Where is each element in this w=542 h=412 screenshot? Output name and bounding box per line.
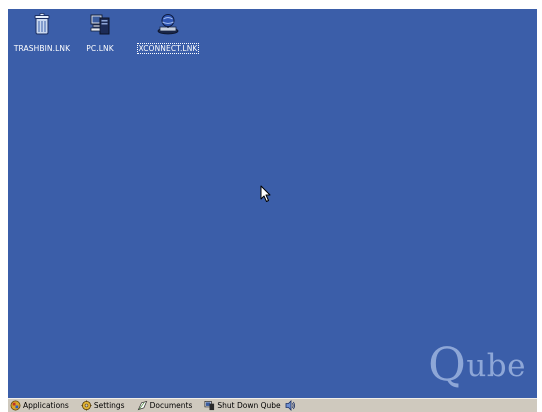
- taskbar-item-label: Applications: [23, 401, 69, 410]
- desktop-icon-trashbin[interactable]: TRASHBIN.LNK: [9, 12, 75, 53]
- qube-logo: Qube: [428, 337, 526, 391]
- desktop-icon-xconnect[interactable]: XCONNECT.LNK: [135, 12, 201, 54]
- desktop-icon-label: PC.LNK: [86, 44, 114, 53]
- taskbar-settings-button[interactable]: Settings: [81, 399, 125, 412]
- shutdown-icon: [204, 401, 215, 411]
- taskbar-item-label: Shut Down Qube: [217, 401, 281, 410]
- pc-icon: [90, 14, 110, 35]
- taskbar: Applications Settings Documents Shut Dow…: [8, 398, 537, 412]
- taskbar-applications-button[interactable]: Applications: [10, 399, 69, 412]
- network-connect-icon: [157, 14, 179, 35]
- taskbar-item-label: Documents: [149, 401, 193, 410]
- speaker-icon[interactable]: [284, 399, 296, 412]
- taskbar-shutdown-button[interactable]: Shut Down Qube: [204, 399, 281, 412]
- documents-icon: [137, 400, 147, 411]
- mouse-cursor-icon: [260, 185, 271, 202]
- desktop-icon-pc[interactable]: PC.LNK: [67, 12, 133, 53]
- settings-icon: [81, 400, 92, 411]
- taskbar-item-label: Settings: [93, 401, 125, 410]
- desktop-icon-label: XCONNECT.LNK: [136, 43, 200, 54]
- desktop[interactable]: TRASHBIN.LNK PC.LNK XCONNECT.LNK Qube Ap…: [8, 9, 537, 412]
- desktop-icon-label: TRASHBIN.LNK: [13, 44, 71, 53]
- taskbar-documents-button[interactable]: Documents: [137, 399, 193, 412]
- applications-icon: [10, 400, 21, 411]
- trash-bin-icon: [34, 13, 50, 35]
